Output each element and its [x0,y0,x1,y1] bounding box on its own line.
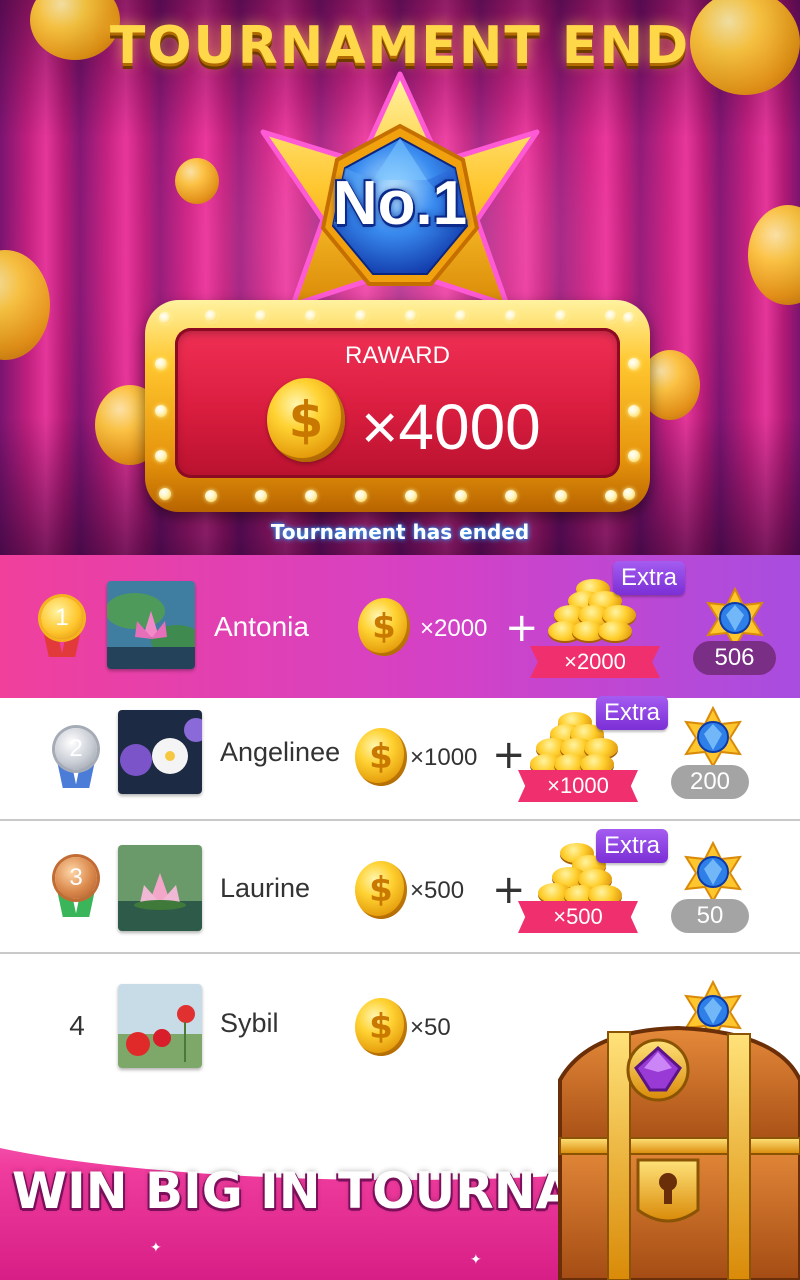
floating-coin-icon [748,205,800,305]
tournament-status: Tournament has ended [270,520,530,544]
sparkle-icon: ✦ [20,1118,32,1134]
sparkle-icon: ✦ [300,1145,312,1161]
extra-coin-amount: ×2000 [530,646,660,678]
coin-amount: ×50 [410,1014,451,1041]
sapphire-star-icon [684,706,742,768]
marquee-bulb [628,358,640,370]
leaderboard-row-1[interactable]: 1 Antonia $ ×2000 + Extra ×2000 506 [0,555,800,698]
score-pill: 506 [693,641,776,675]
sapphire-star-icon [706,587,764,649]
marquee-bulb [555,490,567,502]
avatar [118,984,202,1068]
extra-bonus-tag: Extra [596,829,669,863]
marquee-bulb [305,310,317,322]
rank-number: 4 [69,1010,85,1041]
dollar-coin-icon: $ [355,861,407,919]
reward-amount: ×4000 [361,391,541,463]
coin-amount: ×1000 [410,744,478,771]
marquee-bulb [255,490,267,502]
avatar [118,845,202,931]
score-pill: 200 [671,765,749,799]
marquee-bulb [355,490,367,502]
coin-amount: ×500 [410,877,465,904]
marquee-bulb [555,310,567,322]
player-name: Laurine [220,873,311,903]
rank-badge-label: No.1 [332,169,468,238]
gold-medal-icon: 1 [38,597,86,659]
score-pill: 50 [671,899,749,933]
marquee-bulb [205,490,217,502]
reward-label: RAWARD [345,342,450,369]
sapphire-star-icon [684,841,742,903]
marquee-bulb [355,310,367,322]
medal-rank-number: 3 [55,857,97,899]
marquee-bulb [623,312,635,324]
marquee-bulb [155,450,167,462]
reward-panel: RAWARD $ ×4000 [175,328,620,478]
treasure-chest-icon [558,1025,800,1280]
gold-coin-icon: $ [267,378,345,462]
avatar [118,710,202,794]
marquee-bulb [159,488,171,500]
marquee-bulb [305,490,317,502]
leaderboard-row-2[interactable]: 2 Angelinee $ ×1000 + Extra ×1000 200 [0,696,800,821]
avatar [107,581,195,669]
marquee-bulb [505,490,517,502]
marquee-bulb [159,312,171,324]
dollar-coin-icon: $ [355,998,407,1056]
extra-bonus-tag: Extra [596,696,669,730]
marquee-bulb [605,310,617,322]
marquee-bulb [505,310,517,322]
marquee-bulb [155,358,167,370]
marquee-bulb [623,488,635,500]
silver-medal-icon: 2 [52,728,100,790]
coin-amount: ×2000 [420,615,488,642]
marquee-bulb [455,490,467,502]
dollar-coin-icon: $ [358,598,410,656]
page-title: TOURNAMENT END [109,16,691,76]
marquee-bulb [255,310,267,322]
extra-bonus-tag: Extra [613,561,686,595]
marquee-bulb [405,490,417,502]
marquee-bulb [405,310,417,322]
floating-coin-icon [0,250,50,360]
marquee-bulb [628,405,640,417]
marquee-bulb [628,450,640,462]
plus-sign: + [505,605,539,651]
marquee-bulb [205,310,217,322]
player-name: Antonia [214,611,309,642]
sparkle-icon: ✦ [470,1252,482,1268]
marquee-bulb [455,310,467,322]
player-name: Angelinee [220,737,341,767]
leaderboard-row-3[interactable]: 3 Laurine $ ×500 + Extra ×500 50 [0,821,800,954]
extra-coin-amount: ×500 [518,901,638,933]
marquee-bulb [605,490,617,502]
medal-rank-number: 1 [41,597,83,639]
dollar-coin-icon: $ [355,728,407,786]
floating-coin-icon [175,158,219,204]
bronze-medal-icon: 3 [52,857,100,919]
extra-coin-amount: ×1000 [518,770,638,802]
player-name: Sybil [220,1008,279,1038]
reward-marquee: RAWARD $ ×4000 [145,300,650,512]
sparkle-icon: ✦ [150,1240,162,1256]
tournament-stage: TOURNAMENT END No.1 RAWARD $ ×4000 Tourn… [0,0,800,555]
rank-star-badge: No.1 [245,70,555,330]
marquee-bulb [155,405,167,417]
medal-rank-number: 2 [55,728,97,770]
